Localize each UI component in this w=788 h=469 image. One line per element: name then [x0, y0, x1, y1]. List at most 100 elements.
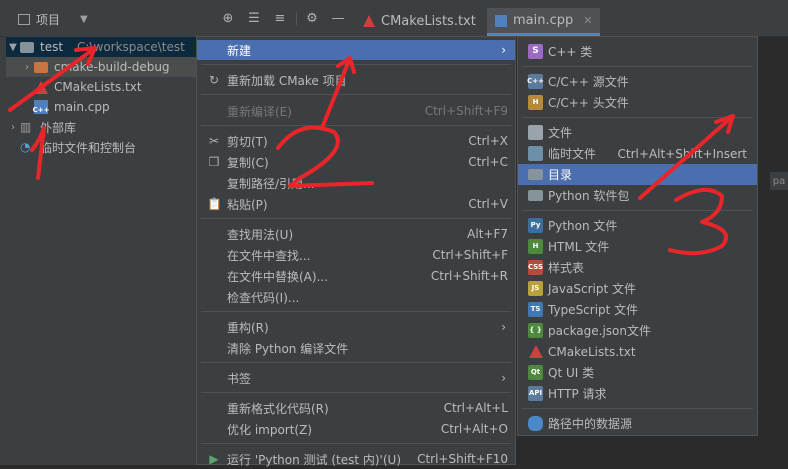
- chevron-down-icon[interactable]: ▼: [80, 14, 88, 25]
- menu-item-find-usages[interactable]: 查找用法(U) Alt+F7: [197, 224, 515, 244]
- submenu-item-qt-ui-class[interactable]: Qt Qt UI 类: [518, 362, 757, 383]
- cmake-icon: [363, 15, 375, 27]
- submenu-item-cmakelists[interactable]: CMakeLists.txt: [518, 341, 757, 362]
- qt-icon: Qt: [528, 365, 543, 380]
- menu-item-label: 清除 Python 编译文件: [227, 341, 349, 356]
- cmake-icon: [529, 345, 543, 358]
- menu-item-run-tests[interactable]: ▶ 运行 'Python 测试 (test 内)'(U) Ctrl+Shift+…: [197, 449, 515, 469]
- menu-item-shortcut: Alt+F7: [467, 227, 508, 241]
- menu-item-find-in-files[interactable]: 在文件中查找... Ctrl+Shift+F: [197, 245, 515, 265]
- top-toolbar: 项目 ▼ ⊕ ☰ ≡ ⚙ — CMakeLists.txt ✕ main.cpp…: [0, 0, 788, 37]
- tree-item-label: 外部库: [40, 120, 77, 135]
- menu-item-shortcut: Ctrl+Alt+L: [443, 401, 508, 415]
- project-view-selector[interactable]: 项目 ▼: [18, 9, 88, 29]
- submenu-item-package-json[interactable]: { } package.json文件: [518, 320, 757, 341]
- tree-item-scratches[interactable]: ◔ 临时文件和控制台: [6, 137, 196, 157]
- menu-item-reload-cmake[interactable]: ↻ 重新加载 CMake 项目: [197, 70, 515, 90]
- submenu-item-typescript-file[interactable]: TS TypeScript 文件: [518, 299, 757, 320]
- tree-item-external-libraries[interactable]: › ▥ 外部库: [6, 117, 196, 137]
- menu-separator: [201, 125, 511, 126]
- cpp-source-icon: C++: [527, 74, 544, 89]
- scratches-icon: ◔: [20, 140, 31, 154]
- tab-label: CMakeLists.txt: [381, 13, 476, 29]
- submenu-item-html-file[interactable]: H HTML 文件: [518, 236, 757, 257]
- collapse-all-icon[interactable]: ≡: [273, 12, 287, 26]
- minimize-icon[interactable]: —: [331, 12, 345, 26]
- menu-item-clean-python[interactable]: 清除 Python 编译文件: [197, 338, 515, 358]
- tree-item-cmakelists[interactable]: CMakeLists.txt: [6, 77, 196, 97]
- menu-item-bookmarks[interactable]: 书签 ›: [197, 368, 515, 388]
- menu-item-copy-path[interactable]: 复制路径/引用...: [197, 173, 515, 193]
- javascript-icon: JS: [528, 281, 543, 296]
- locate-icon[interactable]: ⊕: [221, 12, 235, 26]
- menu-item-label: 路径中的数据源: [548, 417, 633, 431]
- submenu-item-stylesheet[interactable]: CSS 样式表: [518, 257, 757, 278]
- toolbar-divider: [296, 12, 297, 26]
- menu-item-label: 检查代码(I)...: [227, 290, 300, 305]
- submenu-item-cpp-class[interactable]: S C++ 类: [518, 41, 757, 62]
- submenu-item-file[interactable]: 文件: [518, 122, 757, 143]
- menu-item-reformat[interactable]: 重新格式化代码(R) Ctrl+Alt+L: [197, 398, 515, 418]
- chevron-right-icon[interactable]: ›: [20, 62, 34, 73]
- menu-item-shortcut: Ctrl+Alt+Shift+Insert: [617, 146, 747, 161]
- submenu-item-source-file[interactable]: C++ C/C++ 源文件: [518, 71, 757, 92]
- menu-item-copy[interactable]: ❐ 复制(C) Ctrl+C: [197, 152, 515, 172]
- menu-item-label: 在文件中替换(A)...: [227, 269, 329, 284]
- new-submenu: S C++ 类 C++ C/C++ 源文件 H C/C++ 头文件 文件 临时文…: [517, 36, 758, 436]
- menu-item-paste[interactable]: 📋 粘贴(P) Ctrl+V: [197, 194, 515, 214]
- scissors-icon: ✂: [208, 134, 220, 148]
- tree-item-main-cpp[interactable]: C++ main.cpp: [6, 97, 196, 117]
- menu-item-new[interactable]: 新建 ›: [197, 40, 515, 60]
- tree-root[interactable]: ▼ test C:\workspace\test: [6, 37, 196, 57]
- submenu-item-python-package[interactable]: Python 软件包: [518, 185, 757, 206]
- submenu-item-javascript-file[interactable]: JS JavaScript 文件: [518, 278, 757, 299]
- http-api-icon: API: [528, 386, 543, 401]
- submenu-item-directory[interactable]: 目录: [518, 164, 757, 185]
- tab-label: main.cpp: [513, 13, 574, 28]
- tree-item-cmake-build-debug[interactable]: › cmake-build-debug: [6, 57, 196, 77]
- menu-item-label: Qt UI 类: [548, 366, 595, 380]
- submenu-item-header-file[interactable]: H C/C++ 头文件: [518, 92, 757, 113]
- menu-item-label: HTTP 请求: [548, 387, 607, 401]
- chevron-down-icon[interactable]: ▼: [6, 42, 20, 53]
- menu-item-cut[interactable]: ✂ 剪切(T) Ctrl+X: [197, 131, 515, 151]
- cpp-file-icon: C++: [33, 100, 49, 114]
- menu-item-refactor[interactable]: 重构(R) ›: [197, 317, 515, 337]
- menu-separator: [522, 66, 753, 67]
- cpp-file-icon: [495, 14, 507, 27]
- side-panel-tab[interactable]: pa: [770, 172, 788, 190]
- menu-item-inspect-code[interactable]: 检查代码(I)...: [197, 287, 515, 307]
- copy-icon: ❐: [208, 155, 220, 169]
- chevron-right-icon: ›: [501, 371, 506, 385]
- project-view-label: 项目: [36, 12, 61, 27]
- submenu-item-datasource[interactable]: 路径中的数据源: [518, 413, 757, 434]
- menu-separator: [522, 117, 753, 118]
- menu-item-replace-in-files[interactable]: 在文件中替换(A)... Ctrl+Shift+R: [197, 266, 515, 286]
- submenu-item-scratch-file[interactable]: 临时文件 Ctrl+Alt+Shift+Insert: [518, 143, 757, 164]
- menu-item-label: package.json文件: [548, 324, 652, 338]
- scratch-file-icon: [528, 146, 543, 161]
- menu-item-label: 复制(C): [227, 155, 269, 170]
- close-icon[interactable]: ✕: [583, 14, 592, 27]
- submenu-item-python-file[interactable]: Py Python 文件: [518, 215, 757, 236]
- menu-item-label: 重构(R): [227, 320, 269, 335]
- gear-icon[interactable]: ⚙: [305, 12, 319, 26]
- menu-item-shortcut: Ctrl+Shift+F9: [424, 104, 508, 118]
- submenu-item-http-request[interactable]: API HTTP 请求: [518, 383, 757, 404]
- menu-item-optimize-imports[interactable]: 优化 import(Z) Ctrl+Alt+O: [197, 419, 515, 439]
- menu-item-label: 在文件中查找...: [227, 248, 311, 263]
- tab-cmakelists[interactable]: CMakeLists.txt ✕: [355, 8, 503, 34]
- menu-separator: [201, 311, 511, 312]
- menu-item-recompile[interactable]: 重新编译(E) Ctrl+Shift+F9: [197, 101, 515, 121]
- menu-item-label: 复制路径/引用...: [227, 176, 315, 191]
- tab-main-cpp[interactable]: main.cpp ✕: [487, 8, 601, 36]
- folder-icon: [528, 169, 543, 180]
- tree-item-label: cmake-build-debug: [54, 60, 170, 74]
- python-package-icon: [528, 190, 543, 201]
- menu-item-label: 新建: [227, 43, 252, 58]
- menu-item-label: C/C++ 头文件: [548, 96, 629, 110]
- library-icon: ▥: [20, 120, 32, 134]
- expand-all-icon[interactable]: ☰: [247, 12, 261, 26]
- chevron-right-icon[interactable]: ›: [6, 122, 20, 133]
- context-menu: 新建 › ↻ 重新加载 CMake 项目 重新编译(E) Ctrl+Shift+…: [196, 36, 516, 467]
